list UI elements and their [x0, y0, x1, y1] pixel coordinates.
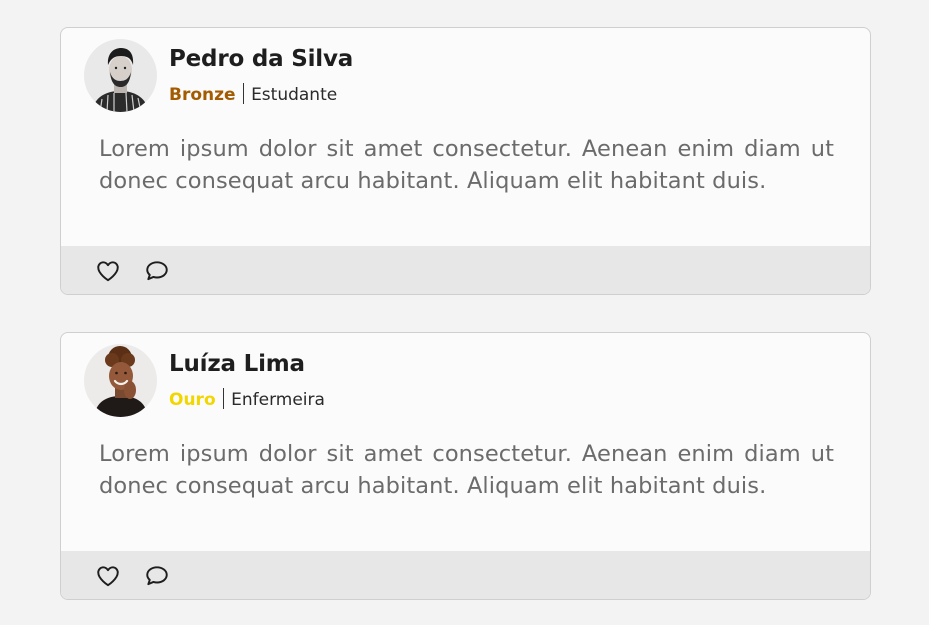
tier-badge: Ouro: [169, 390, 216, 410]
author-role: Estudante: [251, 85, 338, 105]
author-name[interactable]: Pedro da Silva: [169, 46, 353, 72]
post-card: Pedro da Silva Bronze Estudante Lorem ips…: [60, 27, 871, 295]
heart-icon: [97, 566, 119, 587]
divider: [222, 388, 225, 409]
author-meta: Ouro Enfermeira: [169, 388, 325, 410]
avatar[interactable]: [84, 39, 157, 112]
like-button[interactable]: [95, 258, 121, 284]
author-role: Enfermeira: [231, 390, 325, 410]
post-text: Lorem ipsum dolor sit amet consectetur. …: [99, 136, 834, 194]
post-actions-bar: [61, 246, 870, 294]
tier-badge: Bronze: [169, 85, 236, 105]
man-portrait-image: [84, 39, 157, 112]
post-card: Luíza Lima Ouro Enfermeira Lorem ipsum do…: [60, 332, 871, 600]
author-name[interactable]: Luíza Lima: [169, 351, 305, 377]
post-text: Lorem ipsum dolor sit amet consectetur. …: [99, 441, 834, 499]
comment-button[interactable]: [144, 563, 170, 589]
woman-portrait-image: [84, 344, 157, 417]
comment-icon: [146, 261, 168, 281]
post-actions-bar: [61, 551, 870, 599]
avatar[interactable]: [84, 344, 157, 417]
like-button[interactable]: [95, 563, 121, 589]
comment-icon: [146, 566, 168, 586]
divider: [242, 83, 245, 104]
comment-button[interactable]: [144, 258, 170, 284]
author-meta: Bronze Estudante: [169, 83, 337, 105]
heart-icon: [97, 261, 119, 282]
